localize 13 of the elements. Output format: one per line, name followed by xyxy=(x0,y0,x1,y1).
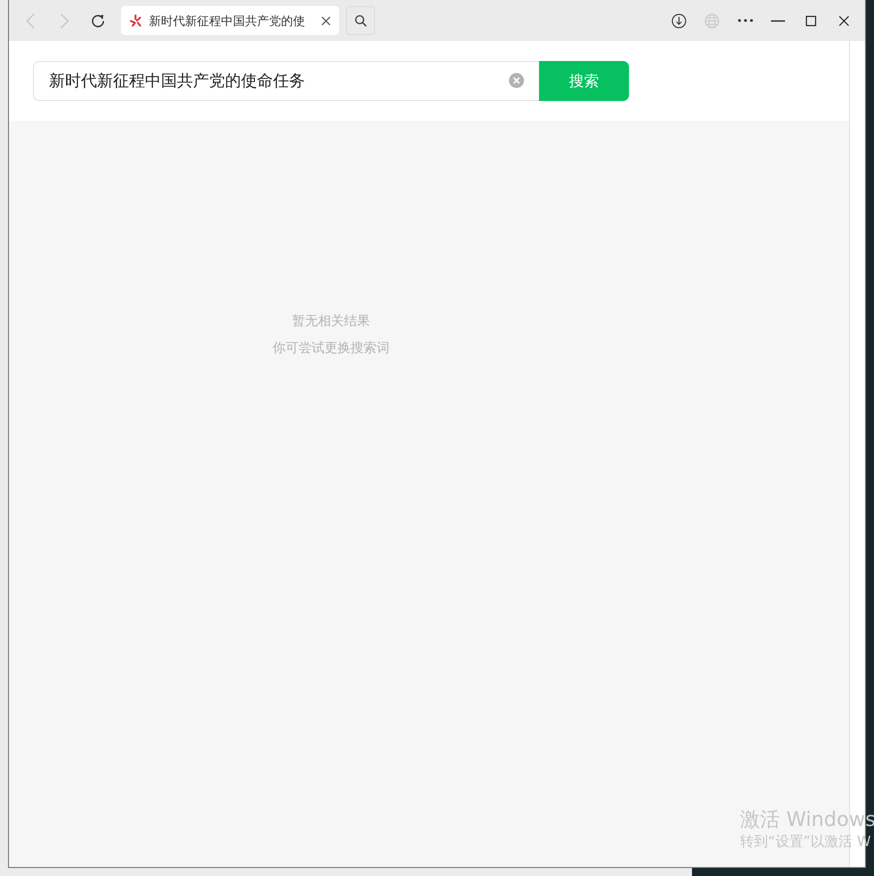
search-field[interactable]: 新时代新征程中国共产党的使命任务 xyxy=(33,61,539,101)
tab-title: 新时代新征程中国共产党的使 xyxy=(149,12,306,30)
minimize-icon xyxy=(771,20,785,22)
browser-tab[interactable]: 新时代新征程中国共产党的使 xyxy=(121,6,339,35)
close-icon[interactable] xyxy=(321,16,331,26)
forward-icon xyxy=(60,12,68,28)
logo-icon xyxy=(129,14,142,27)
more-icon xyxy=(738,19,752,22)
back-icon xyxy=(26,12,34,28)
empty-hint: 你可尝试更换搜索词 xyxy=(272,340,390,358)
empty-title: 暂无相关结果 xyxy=(292,313,370,331)
search-button[interactable] xyxy=(346,6,375,35)
search-icon xyxy=(354,14,368,28)
